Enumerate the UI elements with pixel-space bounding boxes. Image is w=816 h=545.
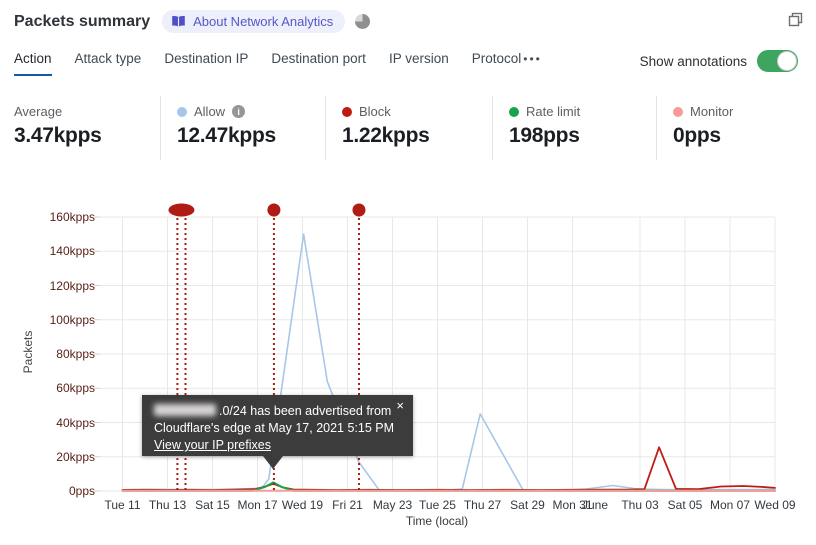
stat-value: 0pps [673,124,721,147]
badge-label: About Network Analytics [193,14,334,29]
stat-label: Monitor [690,104,734,119]
stat-value: 1.22kpps [342,124,430,147]
annotation-dot[interactable] [267,203,281,217]
y-tick-label: 20kpps [56,449,95,464]
y-tick-label: 40kpps [56,415,95,430]
book-icon [172,15,185,27]
tab-destination-ip[interactable]: Destination IP [164,51,248,76]
y-tick-label: 100kpps [49,312,95,327]
stat-monitor: Monitor 0pps [656,96,816,160]
annotation-dot[interactable] [168,203,195,217]
more-tabs-button[interactable]: ••• [521,52,544,76]
stat-value: 12.47kpps [177,124,276,147]
packets-chart[interactable]: Packets Time (local) × .0/24 has been ad… [0,190,816,545]
close-icon[interactable]: × [396,399,404,413]
show-annotations-control: Show annotations [640,50,798,76]
tab-protocol[interactable]: Protocol [472,51,522,76]
show-annotations-label: Show annotations [639,53,747,69]
y-tick-label: 60kpps [56,381,95,396]
stat-average: Average 3.47kpps [0,96,160,160]
stat-label: Average [14,104,63,119]
stat-allow: Allow i 12.47kpps [160,96,325,160]
tab-destination-port[interactable]: Destination port [271,51,366,76]
page-title: Packets summary [14,12,151,30]
annotation-tooltip: × .0/24 has been advertised from Cloudfl… [142,395,413,469]
x-tick-label: Wed 09 [754,498,796,512]
tab-list: Action Attack type Destination IP Destinati… [14,51,521,76]
header: Packets summary About Network Analytics [14,10,804,33]
show-annotations-toggle[interactable] [757,50,798,72]
tab-action[interactable]: Action [14,51,52,76]
tooltip-line2: Cloudflare's edge at May 17, 2021 5:15 P… [154,421,395,435]
stat-rate-limit: Rate limit 198pps [492,96,656,160]
y-tick-label: 80kpps [56,347,95,361]
chart-canvas [94,203,776,492]
legend-dot [673,106,683,117]
tabs-row: Action Attack type Destination IP Destinati… [14,50,798,76]
tooltip-caret [263,456,283,469]
y-tick-label: 140kpps [49,244,95,259]
tab-ip-version[interactable]: IP version [389,51,449,76]
stat-label: Allow [194,104,226,119]
y-tick-label: 120kpps [49,278,95,293]
stats-row: Average 3.47kpps Allow i 12.47kpps Block 1.22k… [0,96,816,160]
annotation-dot[interactable] [352,203,366,217]
x-axis-title: Time (local) [405,514,469,528]
legend-dot [342,106,352,117]
tooltip-line1: .0/24 has been advertised from [154,403,401,420]
legend-dot [509,106,519,117]
stat-label: Block [359,104,391,119]
popout-icon[interactable] [787,11,804,33]
toggle-knob [777,51,797,71]
legend-dot [177,106,187,117]
info-icon[interactable]: i [232,105,246,118]
tab-attack-type[interactable]: Attack type [75,51,142,76]
pie-status-icon [355,14,371,29]
view-ip-prefixes-link[interactable]: View your IP prefixes [154,438,271,452]
redacted-ip-prefix [154,404,216,416]
y-tick-label: 0pps [68,484,95,498]
about-network-analytics-badge[interactable]: About Network Analytics [162,10,346,33]
stat-block: Block 1.22kpps [325,96,492,160]
stat-label: Rate limit [526,104,581,119]
y-tick-label: 160kpps [49,210,95,224]
stat-value: 3.47kpps [14,124,102,147]
stat-value: 198pps [509,124,580,147]
